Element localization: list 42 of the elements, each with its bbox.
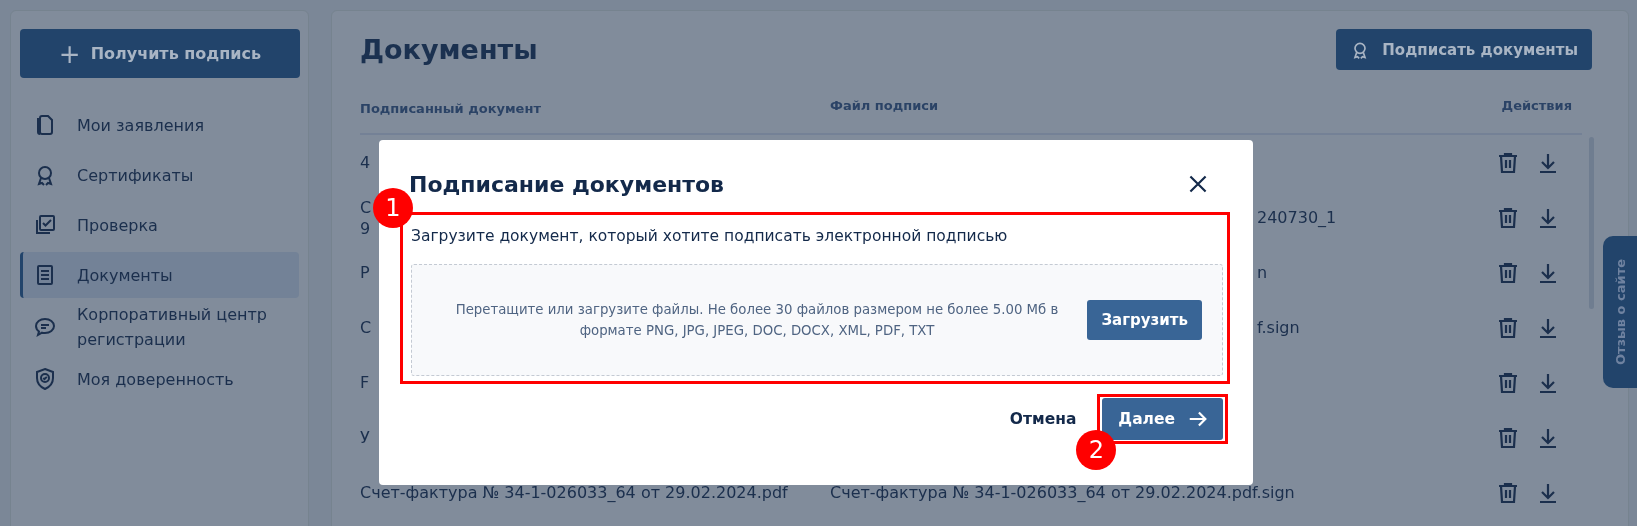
get-signature-button[interactable]: + Получить подпись xyxy=(20,29,300,78)
table-cell: 240730_1 xyxy=(1257,208,1337,227)
column-header: Действия xyxy=(1500,98,1572,115)
trash-icon[interactable] xyxy=(1496,205,1520,230)
upload-button[interactable]: Загрузить xyxy=(1087,300,1202,340)
trash-icon[interactable] xyxy=(1496,425,1520,450)
table-cell: F xyxy=(360,373,370,392)
step-badge: 2 xyxy=(1076,430,1117,470)
sign-documents-button[interactable]: Подписать документы xyxy=(1336,29,1592,70)
sidebar-item[interactable]: Сертификаты xyxy=(20,152,299,198)
trash-icon[interactable] xyxy=(1496,315,1520,340)
cancel-button[interactable]: Отмена xyxy=(1003,409,1083,429)
page-title: Документы xyxy=(360,34,538,65)
sidebar-item[interactable]: Моя доверенность xyxy=(20,356,299,402)
next-button[interactable]: Далее xyxy=(1102,398,1223,440)
checklist-icon xyxy=(33,213,57,237)
dropzone[interactable]: Перетащите или загрузите файлы. Не более 30 файлов размером не более 5.00 Мб в формате PNG, JPG, JPEG, DOC, DOCX, XML, PDF, TXT Загрузить xyxy=(411,264,1223,376)
table-cell: Счет-фактура № 34-1-026033_64 от 29.02.2024.pdf xyxy=(360,483,788,502)
shield-icon xyxy=(33,367,57,391)
feedback-tab[interactable]: Отзыв о сайте xyxy=(1603,236,1637,388)
sidebar-item[interactable]: Корпоративный центр регистрации xyxy=(20,302,299,352)
table-cell: Счет-фактура № 34-1-026033_64 от 29.02.2024.pdf.sign xyxy=(830,483,1295,502)
column-header: Подписанный документ xyxy=(360,100,542,118)
table-cell: С xyxy=(360,318,372,337)
table-cell: У xyxy=(360,428,370,447)
trash-icon[interactable] xyxy=(1496,480,1520,505)
trash-icon[interactable] xyxy=(1496,370,1520,395)
table-cell: f.sign xyxy=(1257,318,1300,337)
sidebar-item[interactable]: Документы xyxy=(20,252,299,298)
trash-icon[interactable] xyxy=(1496,260,1520,285)
table-cell: 4 xyxy=(360,153,371,172)
table-cell: 9 xyxy=(360,218,371,238)
sidebar-item[interactable]: Мои заявления xyxy=(20,102,299,148)
table-cell: С xyxy=(360,197,372,217)
column-header: Файл подписи xyxy=(830,98,940,115)
table-cell: n xyxy=(1257,263,1268,282)
trash-icon[interactable] xyxy=(1496,150,1520,175)
dropzone-hint: Перетащите или загрузите файлы. Не более 30 файлов размером не более 5.00 Мб в формате PNG, JPG, JPEG, DOC, DOCX, XML, PDF, TXT xyxy=(454,301,1060,340)
sidebar-item[interactable]: Проверка xyxy=(20,202,299,248)
instruction-text: Загрузите документ, который хотите подписать электронной подписью xyxy=(411,226,1009,247)
table-cell: Р xyxy=(360,263,370,282)
chat-icon xyxy=(33,315,57,339)
